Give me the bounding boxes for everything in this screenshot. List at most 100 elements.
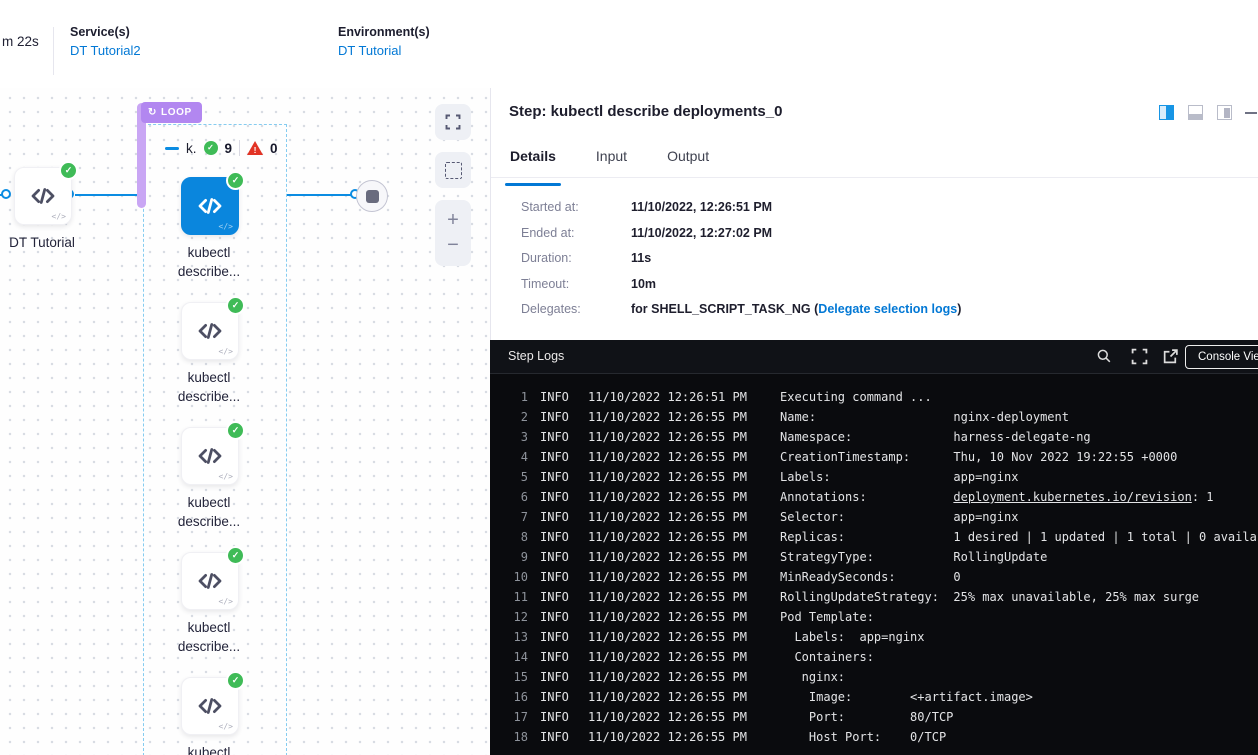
node-label: kubectl describe... (157, 368, 261, 406)
detail-row-timeout: Timeout: 10m (521, 277, 961, 291)
tab-input[interactable]: Input (596, 148, 627, 177)
code-icon (28, 181, 58, 211)
step-type-watermark-icon: </> (219, 597, 233, 606)
layout-split-right-button[interactable] (1159, 105, 1174, 120)
environment-field: Environment(s) DT Tutorial (338, 25, 430, 58)
step-logs-panel: Step Logs Console View 1INFO11/10/2022 1… (490, 340, 1258, 755)
count-divider (239, 140, 240, 156)
code-icon (195, 316, 225, 346)
fullscreen-button[interactable] (435, 104, 471, 140)
node-kubectl-describe-selected[interactable]: </> ✓ (181, 177, 239, 235)
step-type-watermark-icon: </> (219, 472, 233, 481)
success-badge-icon: ✓ (226, 171, 245, 190)
environment-link[interactable]: DT Tutorial (338, 43, 430, 58)
log-line: 16INFO11/10/2022 12:26:55 PM Image: <+ar… (490, 690, 1258, 710)
console-view-button[interactable]: Console View (1185, 345, 1258, 369)
log-line: 5INFO11/10/2022 12:26:55 PMLabels: app=n… (490, 470, 1258, 490)
layout-bottom-button[interactable] (1188, 105, 1203, 120)
log-line: 1INFO11/10/2022 12:26:51 PMExecuting com… (490, 390, 1258, 410)
success-badge-icon: ✓ (226, 296, 245, 315)
delegate-selection-logs-link[interactable]: Delegate selection logs (818, 302, 957, 316)
edge-start-to-loop (75, 194, 137, 196)
code-icon (195, 191, 225, 221)
loop-group-header: k. ✓ 9 ! 0 (165, 139, 278, 157)
search-logs-button[interactable] (1096, 348, 1112, 369)
service-link[interactable]: DT Tutorial2 (70, 43, 141, 58)
group-name: k. (186, 141, 197, 156)
layout-bottom-icon (1189, 114, 1202, 119)
loop-icon: ↻ (148, 107, 157, 118)
log-line: 2INFO11/10/2022 12:26:55 PMName: nginx-d… (490, 410, 1258, 430)
log-line: 17INFO11/10/2022 12:26:55 PM Port: 80/TC… (490, 710, 1258, 730)
detail-row-started: Started at: 11/10/2022, 12:26:51 PM (521, 200, 961, 214)
node-kubectl-describe-5[interactable]: </> ✓ (181, 677, 239, 735)
success-count: 9 (225, 141, 233, 156)
node-end-stop[interactable] (356, 180, 388, 212)
expand-logs-button[interactable] (1131, 348, 1148, 370)
fullscreen-icon (1131, 348, 1148, 365)
pipeline-canvas[interactable]: ↻ LOOP k. ✓ 9 ! 0 </> ✓ DT Tutorial </> … (0, 88, 490, 755)
marquee-icon (445, 162, 462, 179)
step-type-watermark-icon: </> (219, 347, 233, 356)
log-line: 12INFO11/10/2022 12:26:55 PMPod Template… (490, 610, 1258, 630)
log-line: 4INFO11/10/2022 12:26:55 PMCreationTimes… (490, 450, 1258, 470)
tab-output[interactable]: Output (667, 148, 709, 177)
log-link[interactable]: deployment.kubernetes.io/revision (953, 490, 1191, 504)
log-line: 15INFO11/10/2022 12:26:55 PM nginx: (490, 670, 1258, 690)
zoom-out-button[interactable]: − (435, 229, 471, 262)
step-logs-title: Step Logs (508, 349, 564, 363)
step-panel-title: Step: kubectl describe deployments_0 (509, 103, 782, 120)
step-type-watermark-icon: </> (52, 212, 66, 221)
log-line: 11INFO11/10/2022 12:26:55 PMRollingUpdat… (490, 590, 1258, 610)
code-icon (195, 441, 225, 471)
layout-split-right-icon (1166, 106, 1173, 119)
node-kubectl-describe-4[interactable]: </> ✓ (181, 552, 239, 610)
step-details: Started at: 11/10/2022, 12:26:51 PM Ende… (521, 200, 961, 328)
node-dt-tutorial[interactable]: </> ✓ (14, 167, 72, 225)
log-line: 3INFO11/10/2022 12:26:55 PMNamespace: ha… (490, 430, 1258, 450)
service-label: Service(s) (70, 25, 141, 39)
topbar-divider (53, 27, 54, 75)
success-badge-icon: ✓ (226, 546, 245, 565)
zoom-controls: + − (435, 200, 471, 266)
edge-loop-to-end (286, 194, 352, 196)
success-badge-icon: ✓ (59, 161, 78, 180)
code-icon (195, 566, 225, 596)
node-kubectl-describe-2[interactable]: </> ✓ (181, 302, 239, 360)
detail-row-duration: Duration: 11s (521, 251, 961, 265)
log-line: 6INFO11/10/2022 12:26:55 PMAnnotations: … (490, 490, 1258, 510)
elapsed-duration: m 22s (2, 34, 39, 49)
stop-square-icon (366, 190, 379, 203)
log-line: 7INFO11/10/2022 12:26:55 PMSelector: app… (490, 510, 1258, 530)
step-type-watermark-icon: </> (219, 722, 233, 731)
success-check-icon: ✓ (204, 141, 218, 155)
node-label: kubectl describe... (157, 618, 261, 656)
node-label: DT Tutorial (0, 233, 94, 252)
code-icon (195, 691, 225, 721)
node-kubectl-describe-3[interactable]: </> ✓ (181, 427, 239, 485)
execution-topbar: m 22s Service(s) DT Tutorial2 Environmen… (0, 0, 1258, 89)
open-in-new-tab-button[interactable] (1162, 348, 1179, 370)
log-line: 8INFO11/10/2022 12:26:55 PMReplicas: 1 d… (490, 530, 1258, 550)
node-label: kubectl describe... (157, 243, 261, 281)
service-field: Service(s) DT Tutorial2 (70, 25, 141, 58)
success-badge-icon: ✓ (226, 671, 245, 690)
step-tabs: Details Input Output (491, 148, 1258, 178)
detail-row-ended: Ended at: 11/10/2022, 12:27:02 PM (521, 226, 961, 240)
step-type-watermark-icon: </> (219, 222, 233, 231)
loop-badge[interactable]: ↻ LOOP (141, 102, 202, 123)
search-icon (1096, 348, 1112, 364)
minimize-panel-icon[interactable] (1245, 112, 1257, 114)
loop-badge-label: LOOP (161, 107, 192, 118)
log-line: 14INFO11/10/2022 12:26:55 PM Containers: (490, 650, 1258, 670)
layout-right-button[interactable] (1217, 105, 1232, 120)
log-line: 10INFO11/10/2022 12:26:55 PMMinReadySeco… (490, 570, 1258, 590)
tab-details[interactable]: Details (510, 148, 556, 177)
failed-count: 0 (270, 141, 278, 156)
success-badge-icon: ✓ (226, 421, 245, 440)
log-line: 13INFO11/10/2022 12:26:55 PM Labels: app… (490, 630, 1258, 650)
fullscreen-icon (445, 114, 461, 130)
marquee-select-button[interactable] (435, 152, 471, 188)
collapse-icon[interactable] (165, 147, 179, 150)
layout-right-icon (1224, 108, 1230, 118)
